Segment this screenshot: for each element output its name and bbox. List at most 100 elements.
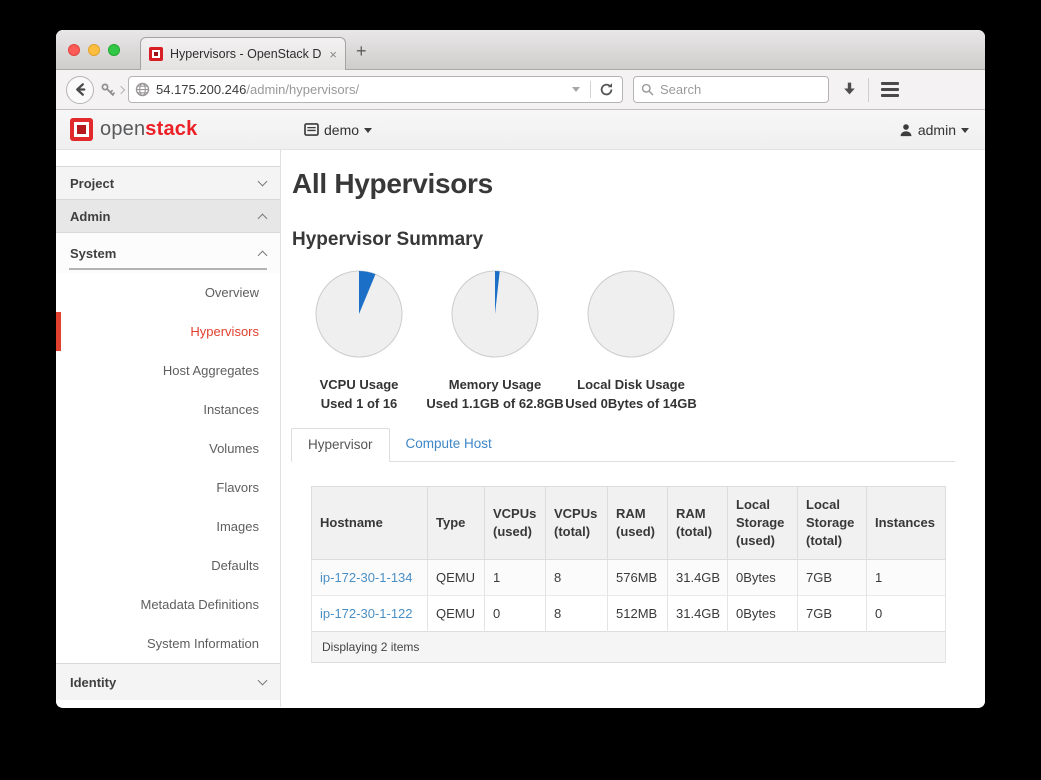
table-footer: Displaying 2 items bbox=[311, 631, 946, 663]
tab-title: Hypervisors - OpenStack D... bbox=[170, 47, 323, 61]
table-body: ip-172-30-1-134 QEMU 1 8 576MB 31.4GB 0Bytes 7G… bbox=[311, 559, 946, 632]
url-text[interactable]: 54.175.200.246/admin/hypervisors/ bbox=[156, 82, 566, 97]
toolbar-divider bbox=[868, 77, 869, 102]
search-input[interactable] bbox=[660, 82, 821, 97]
sidebar-section-identity[interactable]: Identity bbox=[56, 663, 280, 700]
browser-tab[interactable]: Hypervisors - OpenStack D... × bbox=[140, 37, 346, 70]
user-icon bbox=[900, 123, 912, 136]
pie-subtitle: Used 1 of 16 bbox=[320, 396, 398, 411]
globe-icon bbox=[135, 82, 150, 97]
hostname-cell: ip-172-30-1-122 bbox=[311, 595, 428, 632]
table-cell: 0Bytes bbox=[727, 559, 798, 596]
pie-chart-svg bbox=[315, 270, 403, 358]
minimize-window-button[interactable] bbox=[88, 44, 100, 56]
pie-subtitle: Used 1.1GB of 62.8GB bbox=[426, 396, 564, 411]
navigation-toolbar: 54.175.200.246/admin/hypervisors/ bbox=[56, 70, 985, 110]
table-cell: 0Bytes bbox=[727, 595, 798, 632]
sidebar-item-images[interactable]: Images bbox=[56, 507, 280, 546]
tab-hypervisor[interactable]: Hypervisor bbox=[291, 428, 390, 462]
url-divider bbox=[590, 81, 591, 98]
pie-label: VCPU Usage Used 1 of 16 bbox=[286, 375, 432, 413]
menu-button[interactable] bbox=[879, 78, 901, 101]
column-header: RAM (total) bbox=[667, 486, 728, 560]
table-cell: QEMU bbox=[427, 559, 485, 596]
hostname-link[interactable]: ip-172-30-1-122 bbox=[320, 606, 413, 621]
pie-charts: VCPU Usage Used 1 of 16 Memory Usage Used 1… bbox=[291, 270, 955, 413]
close-tab-icon[interactable]: × bbox=[329, 47, 337, 62]
table-cell: 1 bbox=[866, 559, 946, 596]
sidebar: Project Admin System Overview Hypervisors… bbox=[56, 150, 281, 707]
sidebar-top-strip bbox=[56, 150, 280, 167]
chevron-down-icon bbox=[257, 675, 268, 686]
project-icon bbox=[304, 123, 319, 136]
search-bar[interactable] bbox=[633, 76, 829, 103]
chevron-up-icon bbox=[257, 213, 268, 223]
hypervisor-table: Hostname Type VCPUs (used) VCPUs (total) RAM… bbox=[311, 486, 946, 663]
pie-label: Memory Usage Used 1.1GB of 62.8GB bbox=[422, 375, 568, 413]
table-cell: 31.4GB bbox=[667, 595, 728, 632]
back-arrow-icon bbox=[75, 83, 85, 96]
breadcrumb-chevron-icon bbox=[116, 85, 126, 94]
column-header: Instances bbox=[866, 486, 946, 560]
zoom-window-button[interactable] bbox=[108, 44, 120, 56]
sidebar-section-project[interactable]: Project bbox=[56, 167, 280, 200]
browser-window: Hypervisors - OpenStack D... × + 54.175.… bbox=[56, 30, 985, 708]
sidebar-item-instances[interactable]: Instances bbox=[56, 390, 280, 429]
tab-content: Hostname Type VCPUs (used) VCPUs (total) RAM… bbox=[291, 462, 955, 663]
page-title: All Hypervisors bbox=[292, 168, 493, 199]
url-path: /admin/hypervisors/ bbox=[246, 82, 360, 97]
chevron-down-icon bbox=[961, 128, 969, 133]
downloads-button[interactable] bbox=[841, 81, 858, 98]
table-cell: 576MB bbox=[607, 559, 668, 596]
sidebar-item-volumes[interactable]: Volumes bbox=[56, 429, 280, 468]
table-footer-row: Displaying 2 items bbox=[311, 631, 946, 663]
hostname-cell: ip-172-30-1-134 bbox=[311, 559, 428, 596]
table-cell: QEMU bbox=[427, 595, 485, 632]
download-arrow-icon bbox=[844, 82, 855, 95]
column-header: Hostname bbox=[311, 486, 428, 560]
pie-title: Local Disk Usage bbox=[577, 377, 685, 392]
pie-subtitle: Used 0Bytes of 14GB bbox=[565, 396, 697, 411]
openstack-favicon-icon bbox=[149, 47, 163, 61]
hostname-link[interactable]: ip-172-30-1-134 bbox=[320, 570, 413, 585]
back-button[interactable] bbox=[66, 75, 94, 104]
user-menu[interactable]: admin bbox=[899, 122, 969, 138]
tab-bar: Hypervisor Compute Host bbox=[291, 428, 955, 462]
close-window-button[interactable] bbox=[68, 44, 80, 56]
table-header-row: Hostname Type VCPUs (used) VCPUs (total) RAM… bbox=[311, 486, 946, 560]
table-row: ip-172-30-1-122 QEMU 0 8 512MB 31.4GB 0Bytes 7G… bbox=[311, 595, 946, 632]
sidebar-item-defaults[interactable]: Defaults bbox=[56, 546, 280, 585]
sidebar-section-system[interactable]: System bbox=[56, 233, 280, 273]
reload-icon bbox=[600, 83, 613, 96]
pie-vcpu-usage: VCPU Usage Used 1 of 16 bbox=[291, 270, 427, 413]
pie-chart-svg bbox=[451, 270, 539, 358]
sidebar-item-system-information[interactable]: System Information bbox=[56, 624, 280, 663]
table-cell: 7GB bbox=[797, 559, 867, 596]
new-tab-button[interactable]: + bbox=[356, 42, 367, 60]
sidebar-item-flavors[interactable]: Flavors bbox=[56, 468, 280, 507]
sidebar-item-hypervisors[interactable]: Hypervisors bbox=[56, 312, 280, 351]
pie-title: VCPU Usage bbox=[319, 377, 399, 392]
summary-title: Hypervisor Summary bbox=[292, 229, 484, 250]
table-cell: 1 bbox=[484, 559, 546, 596]
column-header: Type bbox=[427, 486, 485, 560]
sidebar-item-metadata-definitions[interactable]: Metadata Definitions bbox=[56, 585, 280, 624]
user-name: admin bbox=[917, 121, 956, 138]
url-bar[interactable]: 54.175.200.246/admin/hypervisors/ bbox=[128, 76, 623, 103]
project-switcher[interactable]: demo bbox=[304, 121, 373, 138]
sidebar-item-overview[interactable]: Overview bbox=[56, 273, 280, 312]
pie-memory-usage: Memory Usage Used 1.1GB of 62.8GB bbox=[426, 270, 564, 413]
sidebar-item-host-aggregates[interactable]: Host Aggregates bbox=[56, 351, 280, 390]
url-dropdown-icon[interactable] bbox=[572, 87, 580, 92]
project-name: demo bbox=[324, 121, 360, 138]
openstack-logo[interactable]: openstack bbox=[70, 118, 197, 141]
table-cell: 7GB bbox=[797, 595, 867, 632]
table-cell: 8 bbox=[545, 595, 608, 632]
key-icon[interactable] bbox=[100, 82, 116, 98]
title-bar: Hypervisors - OpenStack D... × + bbox=[56, 30, 985, 70]
reload-button[interactable] bbox=[597, 82, 616, 97]
table-row: ip-172-30-1-134 QEMU 1 8 576MB 31.4GB 0Bytes 7G… bbox=[311, 559, 946, 596]
chevron-down-icon bbox=[257, 176, 268, 187]
sidebar-section-admin[interactable]: Admin bbox=[56, 200, 280, 233]
tab-compute-host[interactable]: Compute Host bbox=[390, 428, 508, 462]
